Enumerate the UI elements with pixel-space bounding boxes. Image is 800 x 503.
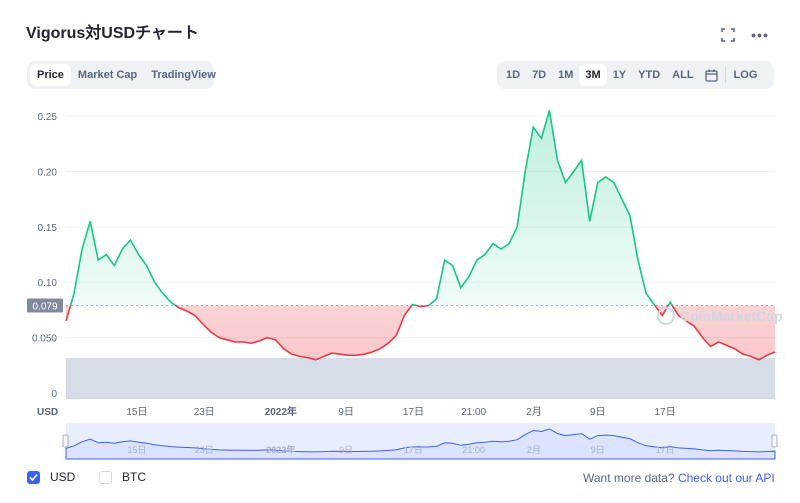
tab-tradingview[interactable]: TradingView [144, 64, 223, 86]
reference-label: 0.079 [32, 301, 57, 312]
price-area-below [66, 305, 775, 360]
navigator-tick-label: 21:00 [462, 445, 485, 455]
x-tick-label: 17日 [655, 407, 676, 418]
calendar-icon[interactable] [700, 64, 723, 86]
api-prefix: Want more data? [583, 471, 675, 485]
x-tick-label: 9日 [338, 407, 354, 418]
navigator-tick-label: 17日 [656, 445, 675, 455]
api-promo: Want more data? Check out our API [583, 471, 775, 485]
tab-market-cap[interactable]: Market Cap [71, 64, 144, 86]
range-1d[interactable]: 1D [500, 64, 526, 86]
y-tick-label: 0 [51, 389, 57, 400]
x-tick-label: 2022年 [265, 405, 297, 418]
range-ytd[interactable]: YTD [632, 64, 666, 86]
chart-title: Vigorus対USDチャート [26, 25, 199, 42]
y-tick-label: 0.050 [32, 334, 57, 345]
more-horizontal-icon[interactable]: ••• [750, 25, 770, 45]
range-1y[interactable]: 1Y [607, 64, 632, 86]
range-tabs: 1D 7D 1M 3M 1Y YTD ALL LOG [497, 61, 774, 89]
range-all[interactable]: ALL [666, 64, 699, 86]
usd-checkbox[interactable] [27, 470, 40, 484]
navigator-handle-left[interactable] [62, 434, 69, 448]
navigator-tick-label: 15日 [127, 445, 146, 455]
btc-checkbox[interactable] [99, 470, 112, 484]
navigator-handle-right[interactable] [771, 434, 778, 448]
navigator-tick-label: 17日 [404, 445, 423, 455]
navigator-tick-label: 9日 [591, 445, 605, 455]
watermark: CoinMarketCap [680, 308, 783, 324]
price-chart[interactable]: 0 0.050 0.10 0.15 0.20 0.25 0.079 CoinMarketCap… [0, 95, 800, 465]
legend-usd[interactable]: USD [27, 470, 75, 484]
x-tick-label: 17日 [403, 407, 424, 418]
y-tick-label: 0.25 [38, 112, 58, 123]
range-3m[interactable]: 3M [579, 64, 607, 86]
navigator-tick-label: 2022年 [266, 444, 295, 455]
legend-btc[interactable]: BTC [99, 470, 146, 484]
log-scale-toggle[interactable]: LOG [728, 64, 764, 86]
currency-axis-label: USD [37, 407, 58, 418]
view-tabs: Price Market Cap TradingView [27, 61, 216, 89]
navigator-tick-label: 2月 [527, 445, 541, 455]
x-tick-label: 2月 [526, 406, 542, 418]
volume-area [66, 358, 775, 398]
price-line-above [69, 110, 674, 306]
y-tick-label: 0.15 [38, 223, 58, 234]
usd-legend-label: USD [50, 470, 76, 484]
navigator-tick-label: 9日 [339, 445, 353, 455]
range-7d[interactable]: 7D [526, 64, 552, 86]
x-tick-label: 15日 [126, 407, 147, 418]
navigator-tick-label: 23日 [195, 445, 214, 455]
fullscreen-icon[interactable] [718, 25, 738, 45]
btc-legend-label: BTC [122, 470, 146, 484]
price-line-below [65, 305, 776, 361]
api-link[interactable]: Check out our API [678, 471, 775, 485]
x-tick-label: 21:00 [461, 407, 486, 418]
range-separator [724, 67, 726, 83]
price-area-above [66, 110, 775, 306]
x-tick-label: 23日 [194, 407, 215, 418]
y-tick-label: 0.20 [38, 167, 58, 178]
x-tick-label: 9日 [590, 407, 606, 418]
tab-price[interactable]: Price [30, 64, 71, 86]
y-tick-label: 0.10 [38, 278, 58, 289]
range-1m[interactable]: 1M [552, 64, 579, 86]
